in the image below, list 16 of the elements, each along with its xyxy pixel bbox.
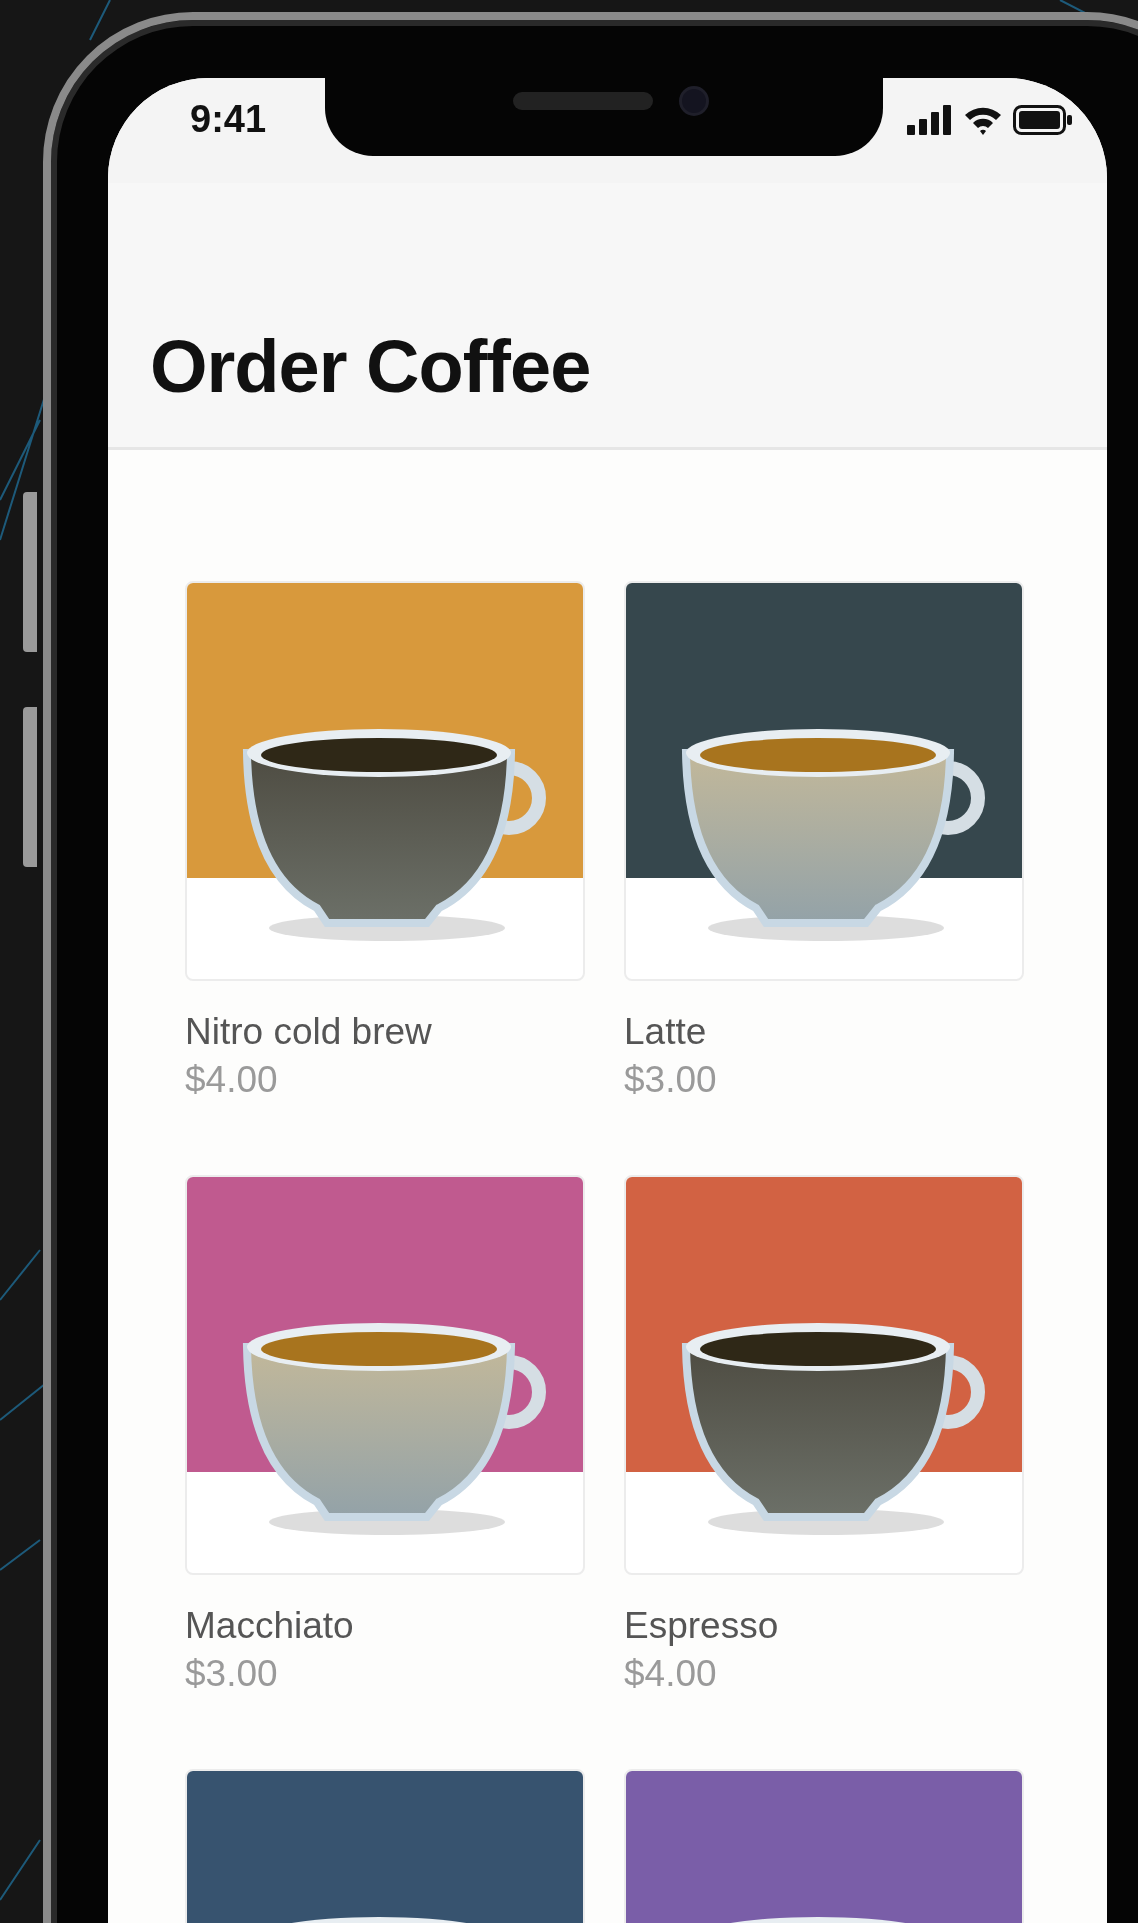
product-card[interactable] [185, 581, 585, 981]
status-time: 9:41 [190, 98, 267, 141]
product-name: Nitro cold brew [185, 1011, 433, 1053]
product-price: $3.00 [185, 1653, 279, 1695]
product-name: Espresso [624, 1605, 780, 1647]
signal-icon [907, 104, 953, 135]
product-name: Latte [624, 1011, 708, 1053]
product-price: $3.00 [624, 1059, 718, 1101]
camera-lens [679, 86, 709, 116]
page-title: Order Coffee [150, 324, 591, 409]
product-card[interactable] [624, 581, 1024, 981]
battery-icon [1013, 104, 1073, 135]
product-card[interactable] [624, 1175, 1024, 1575]
product-price: $4.00 [185, 1059, 279, 1101]
product-price: $4.00 [624, 1653, 718, 1695]
product-name: Macchiato [185, 1605, 355, 1647]
